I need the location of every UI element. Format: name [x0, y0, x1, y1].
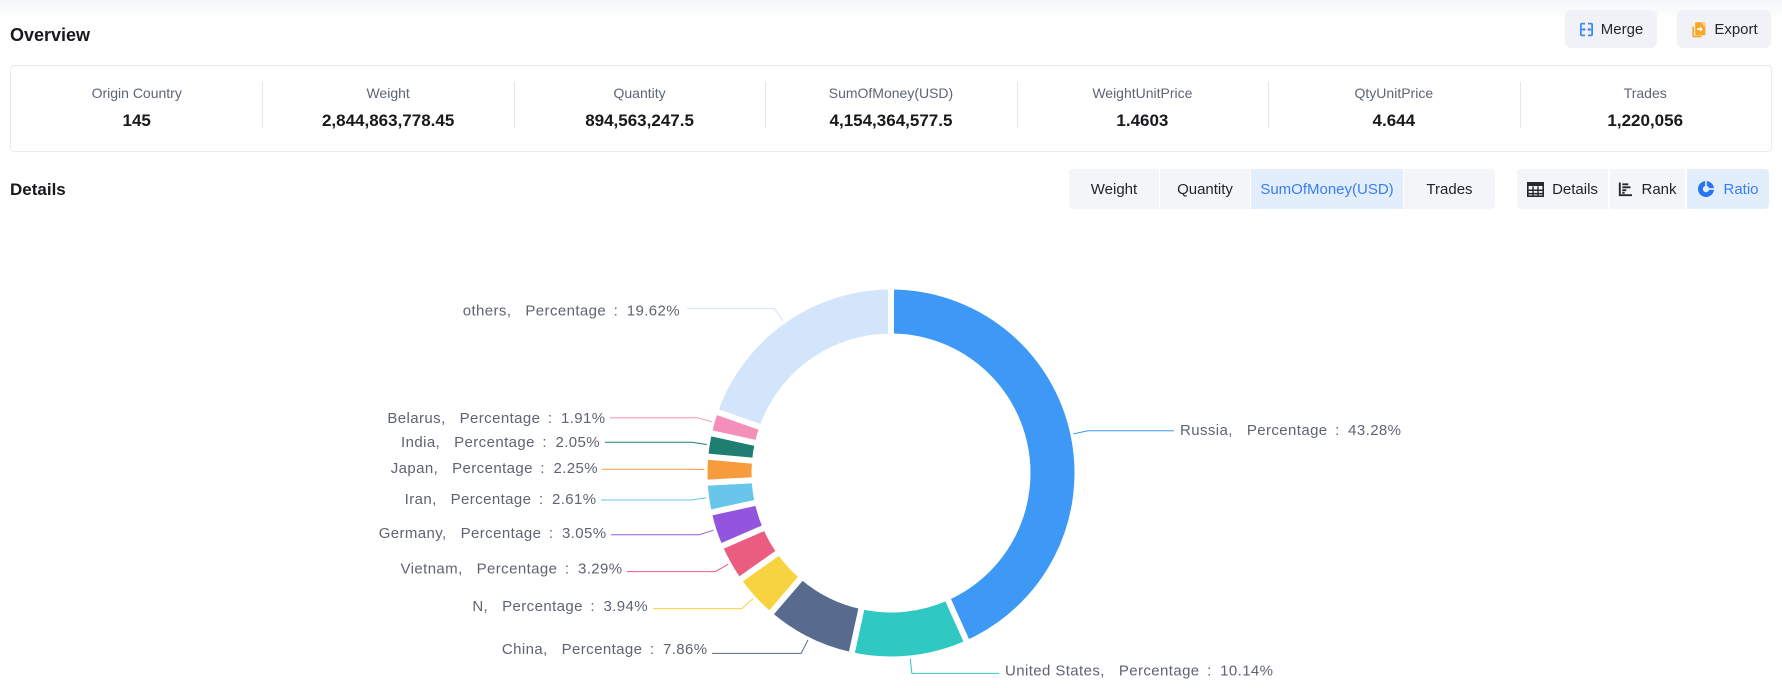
svg-text:Iran,Percentage:2.61%: Iran,Percentage:2.61%: [405, 491, 597, 508]
svg-text:Belarus,Percentage:1.91%: Belarus,Percentage:1.91%: [387, 410, 605, 427]
svg-text:United States,Percentage:10.14: United States,Percentage:10.14%: [1005, 663, 1273, 680]
svg-text:Vietnam,Percentage:3.29%: Vietnam,Percentage:3.29%: [401, 561, 623, 578]
svg-text:Germany,Percentage:3.05%: Germany,Percentage:3.05%: [379, 525, 607, 542]
svg-text:Japan,Percentage:2.25%: Japan,Percentage:2.25%: [391, 460, 598, 477]
svg-text:China,Percentage:7.86%: China,Percentage:7.86%: [502, 641, 708, 658]
svg-text:others,Percentage:19.62%: others,Percentage:19.62%: [463, 302, 680, 319]
svg-text:Russia,Percentage:43.28%: Russia,Percentage:43.28%: [1180, 422, 1401, 439]
svg-text:India,Percentage:2.05%: India,Percentage:2.05%: [401, 434, 600, 451]
svg-text:N,Percentage:3.94%: N,Percentage:3.94%: [472, 598, 648, 615]
